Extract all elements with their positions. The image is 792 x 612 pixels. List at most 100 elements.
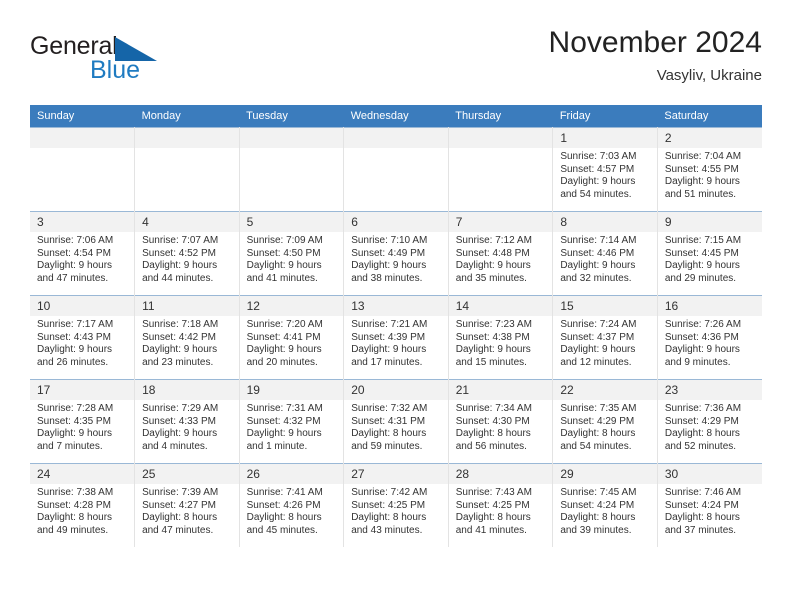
calendar-day-cell[interactable]: 25 Sunrise: 7:39 AM Sunset: 4:27 PM Dayligh…: [134, 463, 240, 547]
daylight-text: Daylight: 9 hours and 35 minutes.: [455, 260, 531, 284]
calendar-day-cell[interactable]: 18 Sunrise: 7:29 AM Sunset: 4:33 PM Dayligh…: [134, 379, 240, 464]
calendar-day-cell[interactable]: 12 Sunrise: 7:20 AM Sunset: 4:41 PM Dayligh…: [239, 295, 345, 380]
sunrise-text: Sunrise: 7:24 AM: [560, 319, 637, 330]
day-number: 28: [448, 464, 553, 484]
weekday-header-wednesday: Wednesday: [343, 105, 449, 128]
daylight-text: Daylight: 8 hours and 54 minutes.: [560, 428, 636, 452]
sunrise-text: Sunrise: 7:21 AM: [351, 319, 428, 330]
sunrise-text: Sunrise: 7:39 AM: [142, 487, 219, 498]
daylight-text: Daylight: 8 hours and 52 minutes.: [664, 428, 740, 452]
sunset-text: Sunset: 4:33 PM: [142, 415, 216, 427]
day-number: 9: [657, 212, 762, 232]
day-number: 21: [448, 380, 553, 400]
daylight-text: Daylight: 8 hours and 56 minutes.: [455, 428, 531, 452]
weekday-header-saturday: Saturday: [657, 105, 762, 128]
sunrise-text: Sunrise: 7:42 AM: [351, 487, 428, 498]
sunset-text: Sunset: 4:38 PM: [455, 331, 530, 343]
weekday-header-tuesday: Tuesday: [239, 105, 344, 128]
sunrise-text: Sunrise: 7:35 AM: [560, 403, 637, 414]
calendar-day-cell[interactable]: 26 Sunrise: 7:41 AM Sunset: 4:26 PM Dayligh…: [239, 463, 345, 547]
day-details: Sunrise: 7:06 AM Sunset: 4:54 PM Daylight:…: [30, 232, 134, 285]
calendar-day-cell[interactable]: 9 Sunrise: 7:15 AM Sunset: 4:45 PM Daylight…: [657, 211, 762, 296]
calendar-day-cell[interactable]: 4 Sunrise: 7:07 AM Sunset: 4:52 PM Daylight…: [134, 211, 240, 296]
sunset-text: Sunset: 4:57 PM: [560, 163, 635, 175]
calendar-day-cell[interactable]: 20 Sunrise: 7:32 AM Sunset: 4:31 PM Dayligh…: [343, 379, 449, 464]
weekday-header-friday: Friday: [552, 105, 658, 128]
calendar-page: General Blue November 2024 Vasyliv, Ukra…: [0, 0, 792, 612]
day-details: Sunrise: 7:28 AM Sunset: 4:35 PM Daylight:…: [30, 400, 134, 453]
daylight-text: Daylight: 9 hours and 4 minutes.: [142, 428, 218, 452]
sunset-text: Sunset: 4:50 PM: [246, 247, 321, 259]
calendar-day-cell[interactable]: 1 Sunrise: 7:03 AM Sunset: 4:57 PM Daylight…: [552, 127, 658, 212]
day-details: Sunrise: 7:03 AM Sunset: 4:57 PM Daylight:…: [553, 148, 657, 201]
calendar-day-cell[interactable]: 8 Sunrise: 7:14 AM Sunset: 4:46 PM Daylight…: [552, 211, 658, 296]
calendar-day-cell[interactable]: 5 Sunrise: 7:09 AM Sunset: 4:50 PM Daylight…: [239, 211, 345, 296]
calendar-day-cell[interactable]: 22 Sunrise: 7:35 AM Sunset: 4:29 PM Dayligh…: [552, 379, 658, 464]
day-number: [30, 128, 135, 148]
sunrise-text: Sunrise: 7:28 AM: [37, 403, 114, 414]
calendar-day-cell[interactable]: 17 Sunrise: 7:28 AM Sunset: 4:35 PM Dayligh…: [30, 379, 136, 464]
daylight-text: Daylight: 8 hours and 37 minutes.: [664, 512, 740, 536]
day-number: 10: [30, 296, 135, 316]
calendar-day-cell-empty: [30, 127, 136, 212]
calendar-day-cell[interactable]: 10 Sunrise: 7:17 AM Sunset: 4:43 PM Dayligh…: [30, 295, 136, 380]
day-number: 22: [553, 380, 657, 400]
sunset-text: Sunset: 4:41 PM: [246, 331, 321, 343]
calendar-day-cell[interactable]: 7 Sunrise: 7:12 AM Sunset: 4:48 PM Daylight…: [448, 211, 554, 296]
day-number: [344, 128, 448, 148]
sunset-text: Sunset: 4:28 PM: [37, 499, 111, 511]
calendar-day-cell[interactable]: 15 Sunrise: 7:24 AM Sunset: 4:37 PM Dayligh…: [552, 295, 658, 380]
sunrise-text: Sunrise: 7:36 AM: [664, 403, 742, 414]
sunset-text: Sunset: 4:26 PM: [246, 499, 321, 511]
sunset-text: Sunset: 4:29 PM: [560, 415, 635, 427]
day-details: Sunrise: 7:43 AM Sunset: 4:25 PM Daylight:…: [449, 484, 553, 537]
calendar-day-cell[interactable]: 19 Sunrise: 7:31 AM Sunset: 4:32 PM Dayligh…: [239, 379, 345, 464]
daylight-text: Daylight: 9 hours and 54 minutes.: [560, 176, 636, 200]
calendar-day-cell[interactable]: 3 Sunrise: 7:06 AM Sunset: 4:54 PM Daylight…: [30, 211, 136, 296]
sunrise-text: Sunrise: 7:14 AM: [560, 235, 637, 246]
page-title: November 2024: [548, 26, 762, 59]
day-number: 15: [553, 296, 657, 316]
calendar-day-cell[interactable]: 24 Sunrise: 7:38 AM Sunset: 4:28 PM Dayligh…: [30, 463, 136, 547]
calendar-day-cell[interactable]: 27 Sunrise: 7:42 AM Sunset: 4:25 PM Dayligh…: [343, 463, 449, 547]
day-details: Sunrise: 7:17 AM Sunset: 4:43 PM Daylight:…: [30, 316, 134, 369]
brand-logo[interactable]: General Blue: [30, 34, 260, 90]
sunrise-text: Sunrise: 7:23 AM: [455, 319, 532, 330]
calendar-day-cell[interactable]: 21 Sunrise: 7:34 AM Sunset: 4:30 PM Dayligh…: [448, 379, 554, 464]
sunset-text: Sunset: 4:30 PM: [455, 415, 530, 427]
daylight-text: Daylight: 9 hours and 47 minutes.: [37, 260, 113, 284]
calendar-day-cell-empty: [343, 127, 449, 212]
calendar-day-cell[interactable]: 30 Sunrise: 7:46 AM Sunset: 4:24 PM Dayligh…: [657, 463, 762, 547]
calendar-day-cell[interactable]: 29 Sunrise: 7:45 AM Sunset: 4:24 PM Dayligh…: [552, 463, 658, 547]
calendar-day-cell-empty: [134, 127, 240, 212]
calendar-day-cell[interactable]: 6 Sunrise: 7:10 AM Sunset: 4:49 PM Daylight…: [343, 211, 449, 296]
calendar-day-cell[interactable]: 14 Sunrise: 7:23 AM Sunset: 4:38 PM Dayligh…: [448, 295, 554, 380]
weekday-header-monday: Monday: [134, 105, 240, 128]
daylight-text: Daylight: 8 hours and 43 minutes.: [351, 512, 427, 536]
day-details: Sunrise: 7:35 AM Sunset: 4:29 PM Daylight:…: [553, 400, 657, 453]
day-number: 13: [344, 296, 448, 316]
sunset-text: Sunset: 4:24 PM: [664, 499, 739, 511]
day-number: [135, 128, 239, 148]
calendar-day-cell[interactable]: 13 Sunrise: 7:21 AM Sunset: 4:39 PM Dayligh…: [343, 295, 449, 380]
calendar-day-cell[interactable]: 23 Sunrise: 7:36 AM Sunset: 4:29 PM Dayligh…: [657, 379, 762, 464]
day-details: Sunrise: 7:18 AM Sunset: 4:42 PM Daylight:…: [135, 316, 239, 369]
day-details: Sunrise: 7:24 AM Sunset: 4:37 PM Daylight:…: [553, 316, 657, 369]
sunrise-text: Sunrise: 7:07 AM: [142, 235, 219, 246]
calendar-day-cell[interactable]: 28 Sunrise: 7:43 AM Sunset: 4:25 PM Dayligh…: [448, 463, 554, 547]
calendar-day-cell[interactable]: 11 Sunrise: 7:18 AM Sunset: 4:42 PM Dayligh…: [134, 295, 240, 380]
sunset-text: Sunset: 4:29 PM: [664, 415, 739, 427]
day-details: Sunrise: 7:38 AM Sunset: 4:28 PM Daylight:…: [30, 484, 134, 537]
day-number: 16: [657, 296, 762, 316]
day-number: 24: [30, 464, 135, 484]
day-number: 30: [657, 464, 762, 484]
day-details: Sunrise: 7:04 AM Sunset: 4:55 PM Daylight:…: [658, 148, 762, 201]
day-number: 17: [30, 380, 135, 400]
calendar-day-cell[interactable]: 16 Sunrise: 7:26 AM Sunset: 4:36 PM Dayligh…: [657, 295, 762, 380]
sunrise-text: Sunrise: 7:09 AM: [246, 235, 323, 246]
day-number: 14: [448, 296, 553, 316]
calendar-day-cell-empty: [448, 127, 554, 212]
day-number: 20: [344, 380, 448, 400]
day-number: 6: [344, 212, 448, 232]
calendar-day-cell[interactable]: 2 Sunrise: 7:04 AM Sunset: 4:55 PM Daylight…: [657, 127, 762, 212]
